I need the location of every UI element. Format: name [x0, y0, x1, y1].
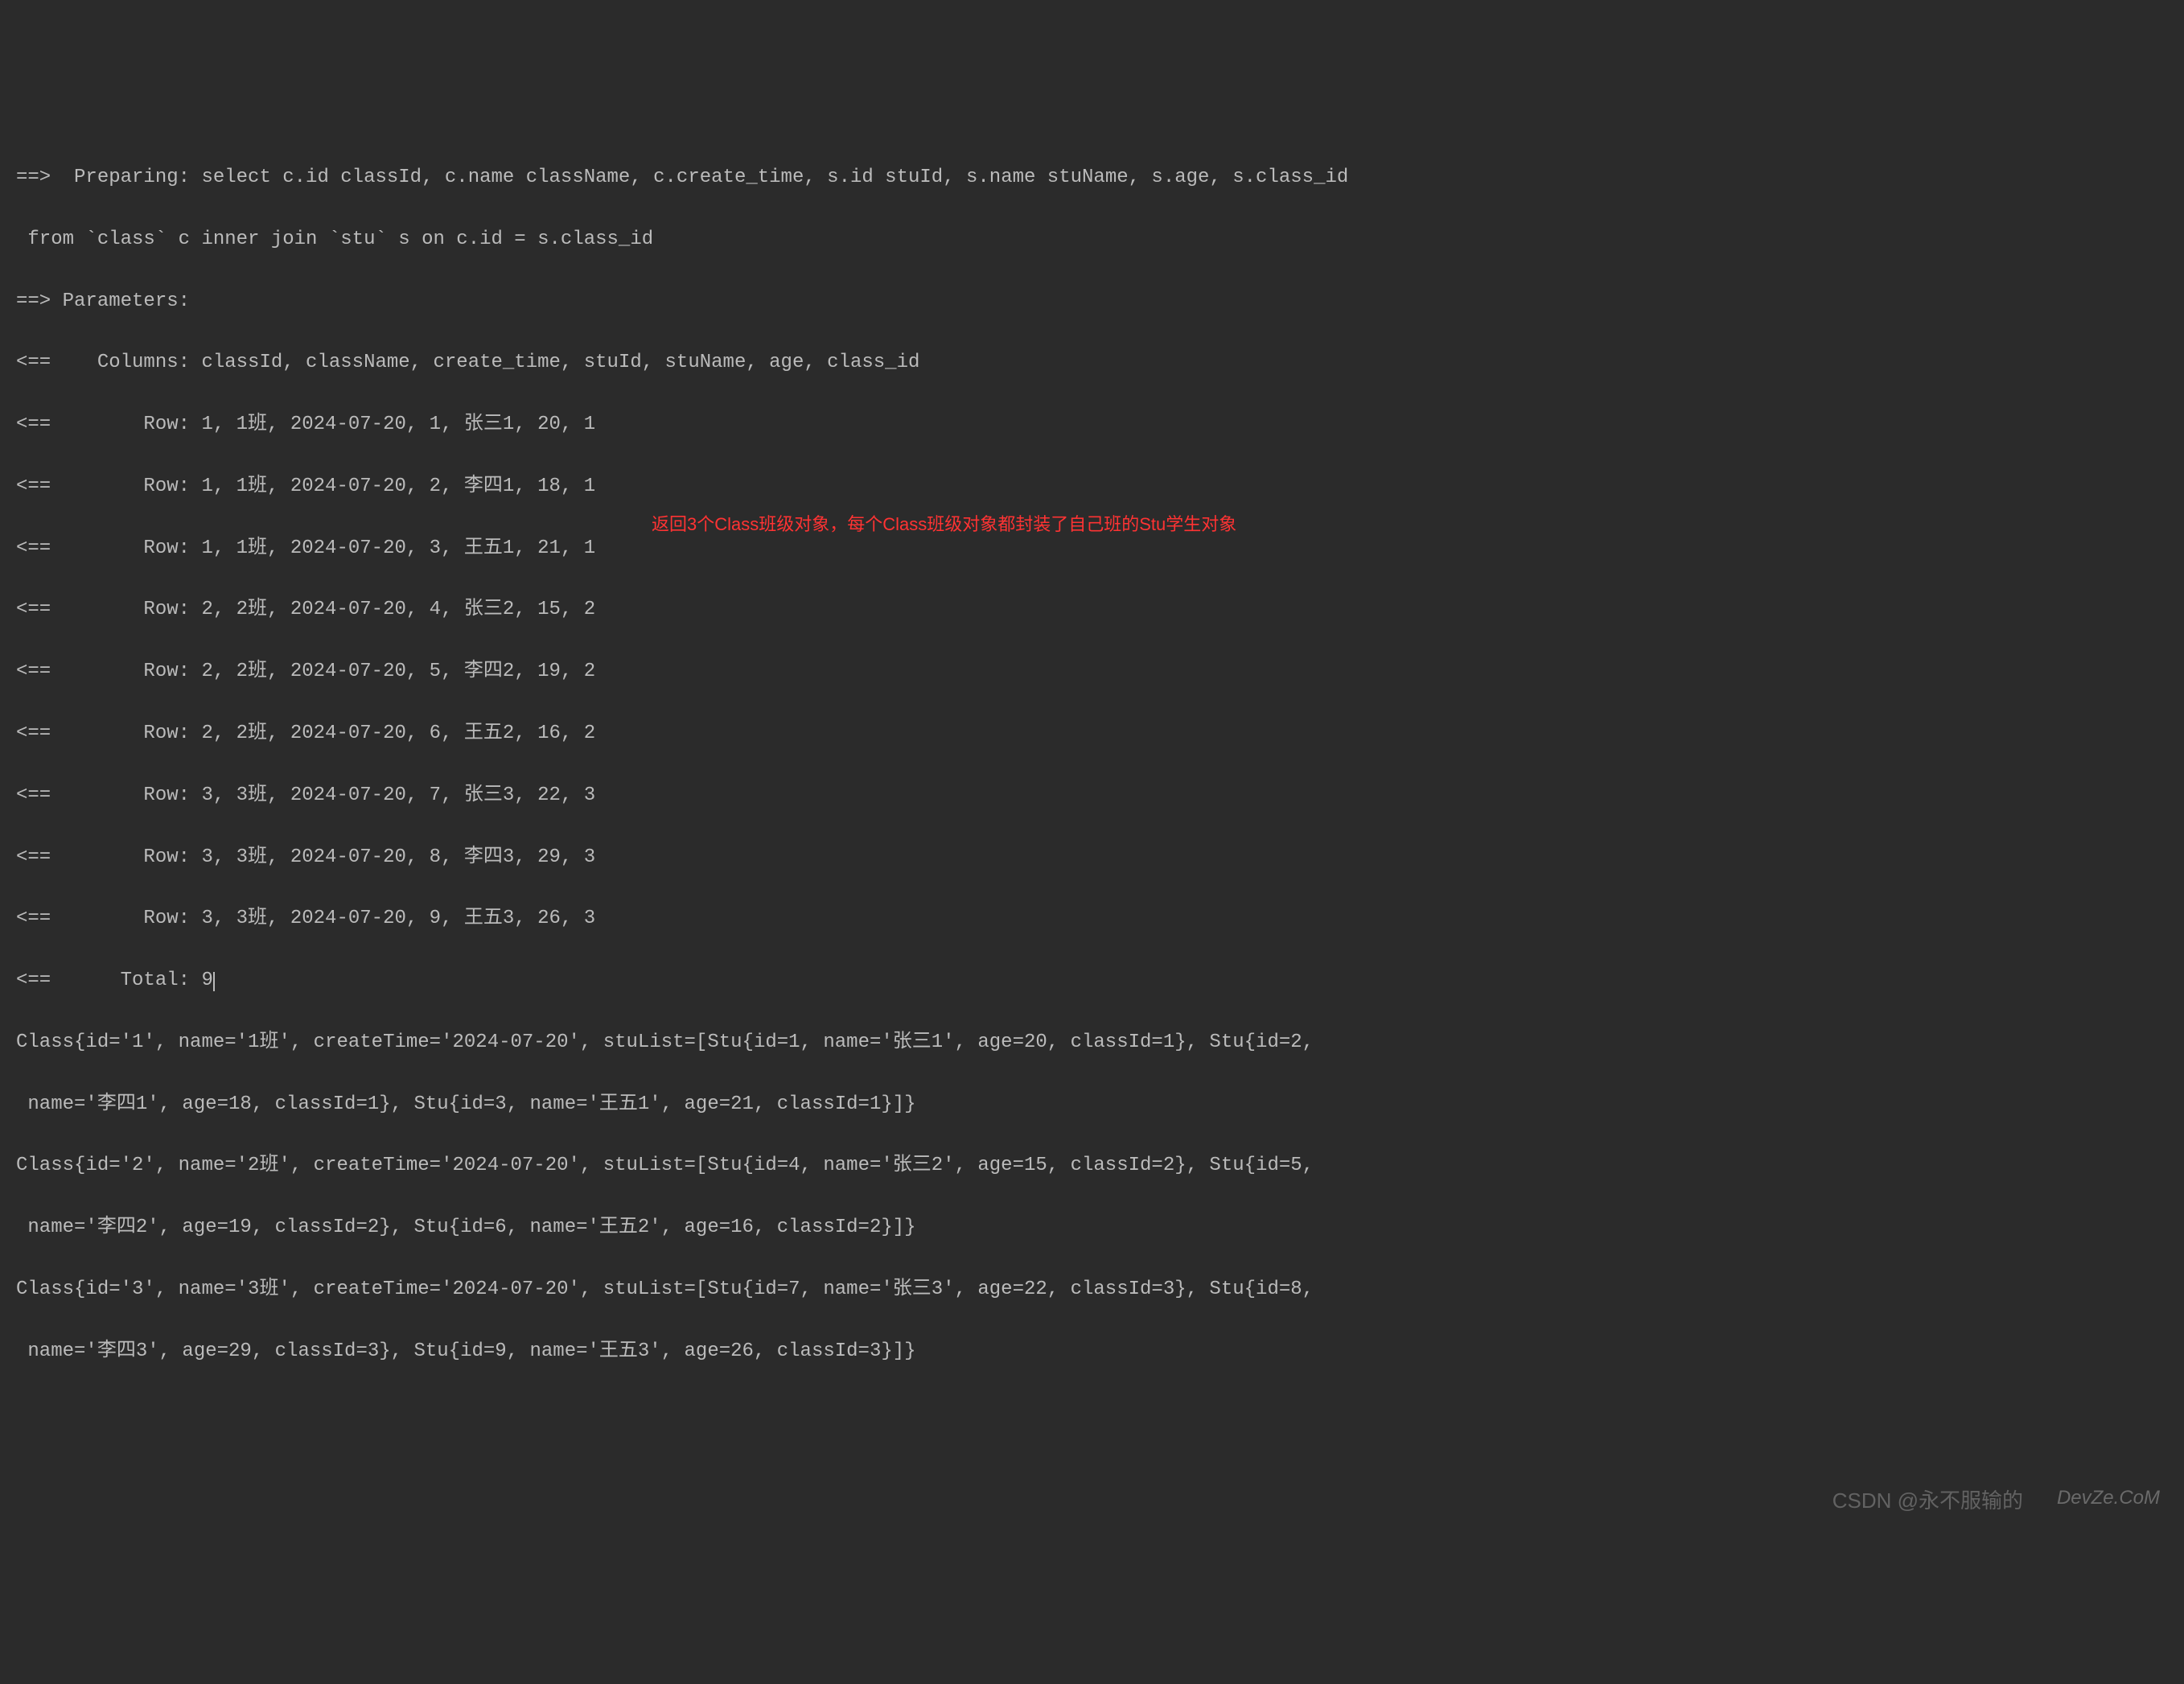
- class-output-3a: Class{id='3', name='3班', createTime='202…: [16, 1274, 2168, 1305]
- sql-row-4: <== Row: 2, 2班, 2024-07-20, 4, 张三2, 15, …: [16, 595, 2168, 625]
- sql-preparing-line1: ==> Preparing: select c.id classId, c.na…: [16, 163, 2168, 193]
- sql-row-9: <== Row: 3, 3班, 2024-07-20, 9, 王五3, 26, …: [16, 904, 2168, 934]
- class-output-1b: name='李四1', age=18, classId=1}, Stu{id=3…: [16, 1089, 2168, 1120]
- sql-parameters-line: ==> Parameters:: [16, 286, 2168, 317]
- sql-row-1: <== Row: 1, 1班, 2024-07-20, 1, 张三1, 20, …: [16, 410, 2168, 440]
- sql-row-7: <== Row: 3, 3班, 2024-07-20, 7, 张三3, 22, …: [16, 780, 2168, 811]
- csdn-watermark: CSDN @永不服输的: [1832, 1484, 2023, 1518]
- text-cursor: [213, 972, 215, 991]
- sql-preparing-line2: from `class` c inner join `stu` s on c.i…: [16, 224, 2168, 255]
- red-annotation-text: 返回3个Class班级对象，每个Class班级对象都封装了自己班的Stu学生对象: [652, 510, 1236, 538]
- sql-columns-line: <== Columns: classId, className, create_…: [16, 348, 2168, 378]
- class-output-3b: name='李四3', age=29, classId=3}, Stu{id=9…: [16, 1336, 2168, 1367]
- total-text: <== Total: 9: [16, 970, 213, 991]
- console-output-container: ==> Preparing: select c.id classId, c.na…: [16, 132, 2168, 1522]
- sql-row-8: <== Row: 3, 3班, 2024-07-20, 8, 李四3, 29, …: [16, 842, 2168, 873]
- class-output-2b: name='李四2', age=19, classId=2}, Stu{id=6…: [16, 1213, 2168, 1243]
- class-output-1a: Class{id='1', name='1班', createTime='202…: [16, 1027, 2168, 1058]
- sql-row-5: <== Row: 2, 2班, 2024-07-20, 5, 李四2, 19, …: [16, 657, 2168, 687]
- sql-row-2: <== Row: 1, 1班, 2024-07-20, 2, 李四1, 18, …: [16, 471, 2168, 502]
- devze-watermark: DevZe.CoM: [2057, 1483, 2160, 1513]
- sql-row-6: <== Row: 2, 2班, 2024-07-20, 6, 王五2, 16, …: [16, 718, 2168, 749]
- sql-total-line: <== Total: 9: [16, 966, 2168, 996]
- class-output-2a: Class{id='2', name='2班', createTime='202…: [16, 1151, 2168, 1181]
